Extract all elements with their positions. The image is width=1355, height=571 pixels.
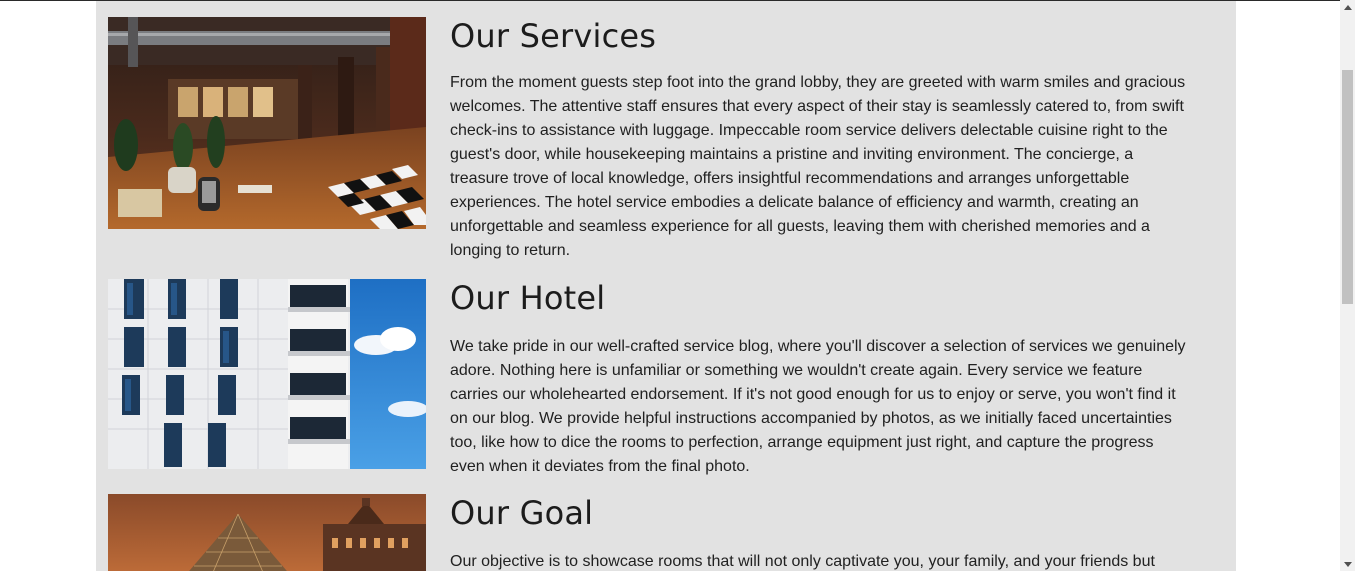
services-content: Our Services From the moment guests step… [450, 17, 1188, 263]
vertical-scrollbar[interactable] [1340, 0, 1355, 571]
louvre-image [108, 494, 426, 571]
section-body: From the moment guests step foot into th… [450, 74, 1186, 259]
scroll-up-arrow-icon[interactable] [1340, 0, 1355, 14]
section-body: We take pride in our well-crafted servic… [450, 338, 1186, 475]
hotel-building-image [108, 279, 426, 469]
scrollbar-thumb[interactable] [1342, 70, 1353, 304]
section-heading: Our Services [450, 17, 657, 55]
hotel-content: Our Hotel We take pride in our well-craf… [450, 279, 1188, 479]
scroll-down-arrow-icon[interactable] [1340, 557, 1355, 571]
section-body: Our objective is to showcase rooms that … [450, 553, 1155, 570]
hotel-lobby-image [108, 17, 426, 229]
section-heading: Our Hotel [450, 279, 606, 317]
goal-content: Our Goal Our objective is to showcase ro… [450, 494, 1188, 571]
main-content: Our Services From the moment guests step… [96, 1, 1236, 571]
section-heading: Our Goal [450, 494, 594, 532]
